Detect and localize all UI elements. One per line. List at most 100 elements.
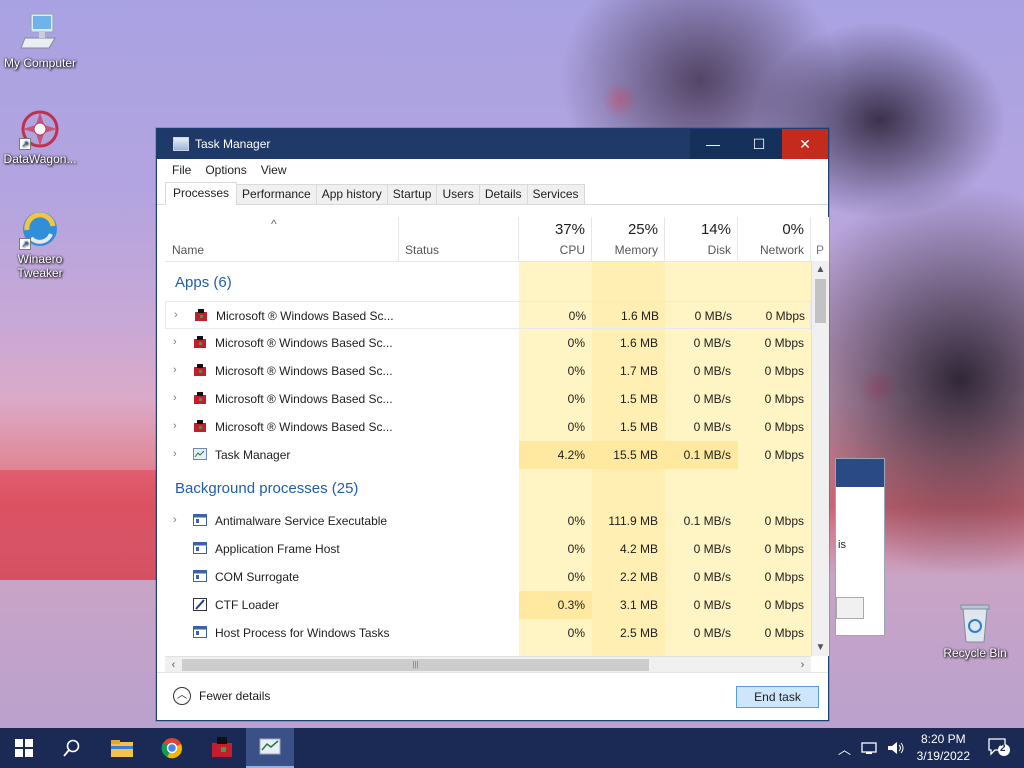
minimize-button[interactable]: — [690, 129, 736, 159]
search-button[interactable] [48, 728, 96, 768]
expand-chevron-icon[interactable]: › [173, 364, 177, 376]
process-name: Microsoft ® Windows Based Sc... [216, 309, 394, 323]
column-header-network[interactable]: 0% Network [738, 217, 811, 261]
cell-memory: 4.2 MB [619, 542, 658, 556]
background-dialog-window[interactable]: is [835, 458, 885, 636]
tab-performance[interactable]: Performance [236, 184, 317, 204]
horizontal-scroll-thumb[interactable]: ||| [182, 659, 649, 671]
system-tray: ︿ [838, 728, 905, 768]
cell-disk: 0 MB/s [694, 309, 732, 323]
vertical-scrollbar[interactable]: ▲ ▼ [811, 261, 829, 656]
search-icon [63, 739, 80, 757]
scroll-left-icon[interactable]: ‹ [165, 657, 182, 672]
cell-disk: 0 MB/s [693, 598, 731, 612]
taskbar: ︿ 8:20 PM 3/19/2022 2 [0, 728, 1024, 768]
cell-cpu: 0% [567, 364, 585, 378]
vertical-scroll-thumb[interactable] [815, 279, 826, 323]
cell-cpu: 0% [567, 514, 585, 528]
desktop-icon-my-computer[interactable]: My Computer [0, 12, 80, 70]
scroll-up-icon[interactable]: ▲ [812, 261, 829, 278]
horizontal-scrollbar[interactable]: ‹ ||| › [165, 656, 811, 672]
clock[interactable]: 8:20 PM 3/19/2022 [917, 731, 970, 765]
column-header-cpu[interactable]: 37% CPU [519, 217, 592, 261]
expand-chevron-icon[interactable]: › [173, 420, 177, 432]
group-header-background: Background processes (25) [175, 480, 359, 497]
table-row[interactable]: › Antimalware Service Executable 0% 111.… [165, 507, 811, 535]
scroll-right-icon[interactable]: › [794, 657, 811, 672]
script-host-icon [193, 336, 207, 349]
table-row[interactable]: › Microsoft ® Windows Based Sc... 0% 1.6… [165, 329, 811, 357]
fewer-details-button[interactable]: ︿ Fewer details [173, 687, 270, 705]
cell-cpu: 0% [567, 626, 585, 640]
scroll-down-icon[interactable]: ▼ [812, 639, 829, 656]
cell-network: 0 Mbps [764, 514, 804, 528]
tab-app-history[interactable]: App history [315, 184, 388, 204]
network-icon[interactable] [861, 741, 879, 755]
footer-bar: ︿ Fewer details End task [157, 672, 828, 720]
cell-disk: 0 MB/s [693, 336, 731, 350]
table-row[interactable]: Host Process for Windows Tasks 0% 2.5 MB… [165, 619, 811, 647]
background-dialog-text: is [838, 539, 846, 551]
desktop-icon-winaero[interactable]: ↗ Winaero Tweaker [0, 208, 80, 280]
notification-center-button[interactable]: 2 [988, 738, 1010, 756]
tab-details[interactable]: Details [478, 184, 528, 204]
cell-network: 0 Mbps [764, 364, 804, 378]
tab-startup[interactable]: Startup [386, 184, 438, 204]
process-name: CTF Loader [215, 598, 280, 612]
cell-memory: 1.6 MB [620, 309, 659, 323]
table-row[interactable]: › Microsoft ® Windows Based Sc... 0% 1.7… [165, 357, 811, 385]
table-row[interactable]: › Task Manager 4.2% 15.5 MB 0.1 MB/s 0 M… [165, 441, 811, 469]
maximize-button[interactable]: ☐ [736, 129, 782, 159]
cell-cpu: 0% [568, 309, 586, 323]
cell-cpu: 0% [567, 570, 585, 584]
column-header-power[interactable]: P [811, 217, 829, 261]
table-row[interactable]: Application Frame Host 0% 4.2 MB 0 MB/s … [165, 535, 811, 563]
start-button[interactable] [0, 728, 48, 768]
table-row[interactable]: CTF Loader 0.3% 3.1 MB 0 MB/s 0 Mbps [165, 591, 811, 619]
script-host-icon [193, 364, 207, 377]
table-row[interactable]: › Microsoft ® Windows Based Sc... 0% 1.6… [165, 301, 811, 329]
tab-processes[interactable]: Processes [165, 182, 238, 205]
menu-file[interactable]: File [165, 163, 198, 177]
desktop-icon-recycle-bin[interactable]: Recycle Bin [935, 602, 1015, 660]
close-button[interactable]: ✕ [782, 129, 828, 159]
table-row[interactable]: COM Surrogate 0% 2.2 MB 0 MB/s 0 Mbps [165, 563, 811, 591]
expand-chevron-icon[interactable]: › [173, 514, 177, 526]
column-label-status: Status [405, 243, 440, 257]
taskbar-script-host[interactable] [198, 728, 246, 768]
end-task-button[interactable]: End task [736, 686, 819, 708]
volume-icon[interactable] [887, 741, 905, 755]
column-label-disk: Disk [707, 243, 731, 257]
cell-cpu: 0% [567, 420, 585, 434]
cell-network: 0 Mbps [764, 542, 804, 556]
expand-chevron-icon[interactable]: › [173, 336, 177, 348]
column-header-status[interactable]: Status [399, 217, 519, 261]
taskbar-file-explorer[interactable] [98, 728, 146, 768]
desktop-icon-datawagon[interactable]: ↗ DataWagon... [0, 108, 80, 166]
column-label-network: Network [759, 243, 804, 257]
menu-view[interactable]: View [254, 163, 294, 177]
title-bar[interactable]: Task Manager — ☐ ✕ [157, 129, 828, 159]
menu-options[interactable]: Options [198, 163, 253, 177]
taskbar-chrome[interactable] [148, 728, 196, 768]
column-header-disk[interactable]: 14% Disk [665, 217, 738, 261]
background-dialog-button[interactable] [836, 597, 864, 619]
tab-services[interactable]: Services [526, 184, 585, 204]
chrome-icon [161, 738, 182, 759]
column-header-name[interactable]: ^ Name [165, 217, 399, 261]
tab-users[interactable]: Users [436, 184, 480, 204]
table-row[interactable]: › Microsoft ® Windows Based Sc... 0% 1.5… [165, 413, 811, 441]
table-row[interactable]: › Microsoft ® Windows Based Sc... 0% 1.5… [165, 385, 811, 413]
show-hidden-icons-chevron-icon[interactable]: ︿ [838, 739, 851, 758]
cpu-total-percent: 37% [554, 221, 585, 238]
taskbar-task-manager[interactable] [246, 728, 294, 768]
expand-chevron-icon[interactable]: › [173, 448, 177, 460]
expand-chevron-icon[interactable]: › [173, 392, 177, 404]
datawagon-icon: ↗ [19, 108, 61, 150]
expand-chevron-icon[interactable]: › [174, 309, 178, 321]
cell-disk: 0 MB/s [693, 364, 731, 378]
cell-disk: 0.1 MB/s [683, 448, 731, 462]
column-header-memory[interactable]: 25% Memory [592, 217, 665, 261]
menu-bar: File Options View [157, 159, 828, 181]
notification-icon [988, 738, 1010, 756]
